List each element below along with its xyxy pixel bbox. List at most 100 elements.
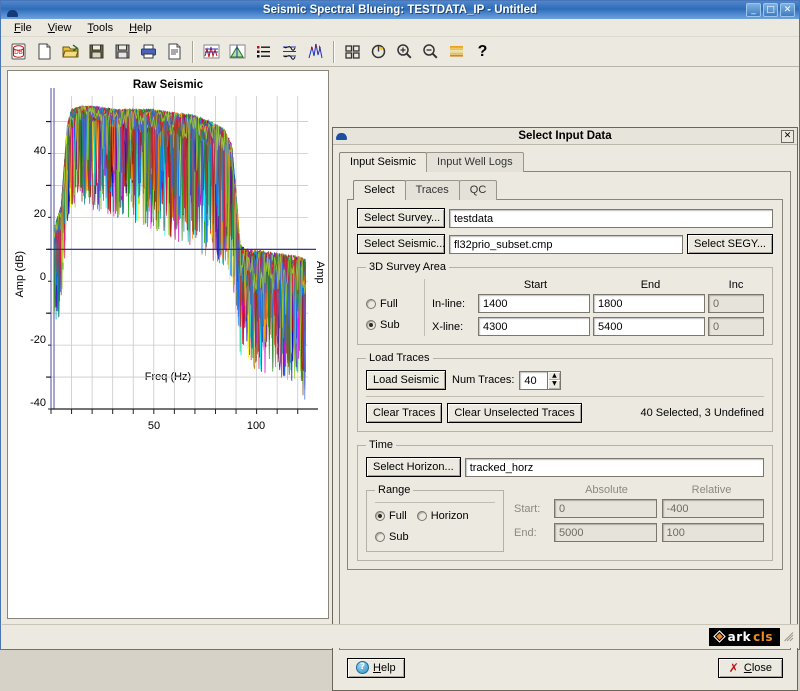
radio-dot bbox=[375, 532, 385, 542]
radio-label: Sub bbox=[380, 319, 400, 331]
minimize-button[interactable]: _ bbox=[746, 3, 761, 17]
blueing-operator-icon[interactable] bbox=[304, 40, 327, 63]
refresh-icon[interactable] bbox=[367, 40, 390, 63]
inline-row: In-line: 1400 1800 0 bbox=[432, 294, 764, 313]
inline-inc-field[interactable]: 0 bbox=[708, 294, 764, 313]
start-relative-field[interactable]: -400 bbox=[662, 499, 765, 518]
horizon-name-field[interactable]: tracked_horz bbox=[465, 458, 764, 477]
dialog-close-icon[interactable]: ✕ bbox=[781, 130, 794, 143]
radio-label: Horizon bbox=[431, 510, 469, 522]
select-horizon-button[interactable]: Select Horizon... bbox=[366, 457, 461, 477]
radio-dot bbox=[375, 511, 385, 521]
tab-input-seismic[interactable]: Input Seismic bbox=[339, 152, 427, 172]
radio-range-horizon[interactable]: Horizon bbox=[417, 510, 469, 522]
horizon-row: Select Horizon... tracked_horz bbox=[366, 457, 764, 477]
window-titlebar[interactable]: Seismic Spectral Blueing: TESTDATA_IP - … bbox=[1, 1, 799, 19]
report-icon[interactable] bbox=[163, 40, 186, 63]
menu-file[interactable]: FFileile bbox=[7, 20, 39, 36]
load-traces-legend: Load Traces bbox=[366, 352, 433, 364]
dialog-titlebar[interactable]: Select Input Data ✕ bbox=[333, 128, 797, 145]
tab-input-well-logs[interactable]: Input Well Logs bbox=[426, 152, 524, 172]
survey-row: Select Survey... testdata bbox=[357, 208, 773, 228]
save-as-floppy-icon[interactable] bbox=[111, 40, 134, 63]
start-absolute-field[interactable]: 0 bbox=[554, 499, 657, 518]
trace-stack-icon[interactable] bbox=[278, 40, 301, 63]
seismic-file-field[interactable]: fl32prio_subset.cmp bbox=[449, 235, 683, 254]
raw-seismic-plot-panel[interactable]: Raw Seismic Amp (dB) Amp Freq (Hz) 40 20… bbox=[7, 70, 329, 619]
header-relative: Relative bbox=[659, 484, 764, 496]
header-end: End bbox=[593, 279, 708, 291]
xline-start-field[interactable]: 4300 bbox=[478, 317, 590, 336]
stepper-up-icon[interactable]: ▲ bbox=[548, 372, 560, 381]
brand-accent: cls bbox=[753, 630, 773, 644]
open-folder-icon[interactable] bbox=[59, 40, 82, 63]
radio-label: Sub bbox=[389, 531, 409, 543]
save-floppy-icon[interactable] bbox=[85, 40, 108, 63]
diamond-logo-icon bbox=[713, 630, 726, 643]
select-seismic-button[interactable]: Select Seismic... bbox=[357, 234, 445, 254]
xline-end-field[interactable]: 5400 bbox=[593, 317, 705, 336]
wavelet-plot-icon[interactable] bbox=[226, 40, 249, 63]
time-group: Time Select Horizon... tracked_horz Rang… bbox=[357, 439, 773, 561]
menu-tools[interactable]: Tools bbox=[80, 20, 120, 36]
time-start-row: Start: 0 -400 bbox=[514, 499, 764, 518]
stepper-down-icon[interactable]: ▼ bbox=[548, 380, 560, 389]
new-document-icon[interactable] bbox=[33, 40, 56, 63]
num-traces-stepper[interactable]: 40 ▲ ▼ bbox=[519, 371, 561, 390]
load-seismic-button[interactable]: Load Seismic bbox=[366, 370, 446, 390]
tab-select[interactable]: Select bbox=[353, 180, 406, 200]
select-input-data-dialog[interactable]: Select Input Data ✕ Input Seismic Input … bbox=[332, 127, 798, 691]
menu-help[interactable]: Help bbox=[122, 20, 159, 36]
zoom-in-icon[interactable] bbox=[393, 40, 416, 63]
radio-label: Full bbox=[380, 298, 398, 310]
clear-traces-button[interactable]: Clear Traces bbox=[366, 403, 442, 423]
close-x-icon: ✗ bbox=[729, 661, 739, 675]
end-relative-field[interactable]: 100 bbox=[662, 523, 765, 542]
tile-windows-icon[interactable] bbox=[341, 40, 364, 63]
print-icon[interactable] bbox=[137, 40, 160, 63]
start-label: Start: bbox=[514, 503, 554, 515]
maximize-button[interactable]: □ bbox=[763, 3, 778, 17]
colorbar-icon[interactable] bbox=[445, 40, 468, 63]
time-legend: Time bbox=[366, 439, 396, 451]
radio-range-sub[interactable]: Sub bbox=[375, 531, 409, 543]
select-panel: Select Survey... testdata Select Seismic… bbox=[347, 199, 783, 570]
tab-traces[interactable]: Traces bbox=[405, 180, 460, 200]
num-traces-field[interactable]: 40 bbox=[519, 371, 548, 390]
question-help-icon[interactable]: ? bbox=[471, 40, 494, 63]
resize-grip-icon[interactable] bbox=[784, 632, 794, 642]
header-start: Start bbox=[478, 279, 593, 291]
content-area: Raw Seismic Amp (dB) Amp Freq (Hz) 40 20… bbox=[1, 67, 799, 649]
close-button[interactable]: ✕ bbox=[780, 3, 795, 17]
inline-start-field[interactable]: 1400 bbox=[478, 294, 590, 313]
tab-qc[interactable]: QC bbox=[459, 180, 498, 200]
end-absolute-field[interactable]: 5000 bbox=[554, 523, 657, 542]
close-dialog-button[interactable]: ✗ Close bbox=[718, 658, 783, 678]
xline-inc-field[interactable]: 0 bbox=[708, 317, 764, 336]
time-col-headers: Absolute Relative bbox=[514, 484, 764, 496]
zoom-out-icon[interactable] bbox=[419, 40, 442, 63]
list-parameters-icon[interactable] bbox=[252, 40, 275, 63]
help-button[interactable]: ? Help bbox=[347, 658, 405, 678]
radio-survey-full[interactable]: Full bbox=[366, 298, 424, 310]
survey-area-group: 3D Survey Area Full Sub bbox=[357, 261, 773, 345]
statusbar: arkcls bbox=[2, 624, 798, 648]
window-title: Seismic Spectral Blueing: TESTDATA_IP - … bbox=[1, 4, 799, 16]
input-seismic-panel: Select Traces QC Select Survey... testda… bbox=[339, 171, 791, 650]
radio-survey-sub[interactable]: Sub bbox=[366, 319, 424, 331]
load-traces-row: Load Seismic Num Traces: 40 ▲ ▼ bbox=[366, 370, 764, 390]
radio-range-full[interactable]: Full bbox=[375, 510, 407, 522]
database-icon[interactable]: DB bbox=[7, 40, 30, 63]
header-absolute: Absolute bbox=[554, 484, 659, 496]
survey-name-field[interactable]: testdata bbox=[449, 209, 773, 228]
load-traces-group: Load Traces Load Seismic Num Traces: 40 … bbox=[357, 352, 773, 432]
svg-text:DB: DB bbox=[14, 49, 23, 56]
select-survey-button[interactable]: Select Survey... bbox=[357, 208, 445, 228]
range-divider bbox=[375, 502, 495, 503]
spectrum-plot-icon[interactable] bbox=[200, 40, 223, 63]
select-segy-button[interactable]: Select SEGY... bbox=[687, 234, 773, 254]
stepper-buttons[interactable]: ▲ ▼ bbox=[548, 371, 561, 390]
clear-unselected-traces-button[interactable]: Clear Unselected Traces bbox=[447, 403, 581, 423]
menu-view[interactable]: View bbox=[41, 20, 79, 36]
inline-end-field[interactable]: 1800 bbox=[593, 294, 705, 313]
